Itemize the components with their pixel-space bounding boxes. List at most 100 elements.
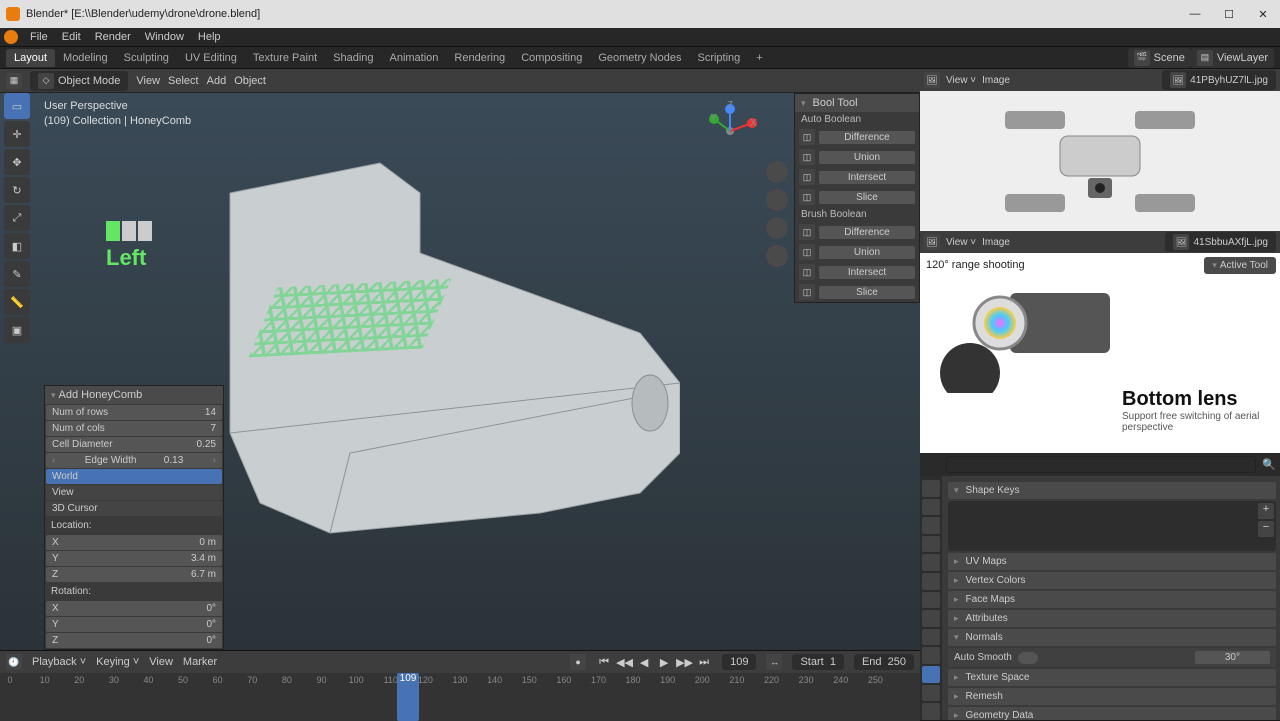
tab-texpaint[interactable]: Texture Paint xyxy=(245,49,325,67)
rot-z-field[interactable]: Z0° xyxy=(46,633,222,648)
auto-intersect-button[interactable]: Intersect xyxy=(819,171,915,184)
move-tool[interactable]: ✥ xyxy=(4,149,30,175)
auto-smooth-toggle[interactable] xyxy=(1018,652,1038,664)
end-frame-field[interactable]: End 250 xyxy=(854,654,914,670)
auto-slice-button[interactable]: Slice xyxy=(819,191,915,204)
select-box-tool[interactable]: ▭ xyxy=(4,93,30,119)
section-remesh[interactable]: Remesh xyxy=(948,688,1276,705)
section-vertexcolors[interactable]: Vertex Colors xyxy=(948,572,1276,589)
auto-difference-button[interactable]: Difference xyxy=(819,131,915,144)
maximize-button[interactable]: ☐ xyxy=(1218,8,1240,21)
autokey-toggle[interactable]: ● xyxy=(570,654,586,670)
nav-gizmo[interactable]: XYZ xyxy=(700,101,760,161)
section-shapekeys[interactable]: Shape Keys xyxy=(948,482,1276,499)
rot-y-field[interactable]: Y0° xyxy=(46,617,222,632)
tab-rendering[interactable]: Rendering xyxy=(446,49,513,67)
auto-union-button[interactable]: Union xyxy=(819,151,915,164)
scale-tool[interactable]: ⤢ xyxy=(4,205,30,231)
menu-file[interactable]: File xyxy=(24,29,54,45)
tab-scripting[interactable]: Scripting xyxy=(689,49,748,67)
pan-icon[interactable] xyxy=(766,189,788,211)
annotate-tool[interactable]: ✎ xyxy=(4,261,30,287)
scene-selector[interactable]: 🎬Scene xyxy=(1128,48,1191,68)
loc-z-field[interactable]: Z6.7 m xyxy=(46,567,222,582)
img-image-menu[interactable]: Image xyxy=(982,75,1010,86)
menu-help[interactable]: Help xyxy=(192,29,227,45)
remove-shapekey-button[interactable]: − xyxy=(1258,521,1274,537)
timeline-playhead[interactable]: 109 xyxy=(397,673,419,721)
bool-tool-header[interactable]: Bool Tool xyxy=(795,94,919,112)
add-menu[interactable]: Add xyxy=(207,75,227,87)
tab-add[interactable]: + xyxy=(748,49,770,67)
zoom-icon[interactable] xyxy=(766,161,788,183)
view-menu[interactable]: View xyxy=(136,75,160,87)
section-uvmaps[interactable]: UV Maps xyxy=(948,553,1276,570)
editor-type-icon[interactable]: ▦ xyxy=(6,73,22,89)
ptab-scene[interactable] xyxy=(922,536,940,553)
keying-menu[interactable]: Keying ˅ xyxy=(96,656,139,668)
cell-diameter-field[interactable]: Cell Diameter0.25 xyxy=(46,437,222,452)
ptab-viewlayer[interactable] xyxy=(922,517,940,534)
tab-geonodes[interactable]: Geometry Nodes xyxy=(590,49,689,67)
ptab-render[interactable] xyxy=(922,480,940,497)
menu-window[interactable]: Window xyxy=(139,29,190,45)
image-selector-2[interactable]: 🖼41SbbuAXfjL.jpg xyxy=(1165,232,1276,252)
ptab-data[interactable] xyxy=(922,666,940,683)
ptab-output[interactable] xyxy=(922,499,940,516)
tab-compositing[interactable]: Compositing xyxy=(513,49,590,67)
keyframe-next-button[interactable]: ▶▶ xyxy=(676,656,692,669)
section-normals[interactable]: Normals xyxy=(948,629,1276,646)
img2-view-menu[interactable]: View ˅ xyxy=(946,237,976,248)
play-reverse-button[interactable]: ◀ xyxy=(636,656,652,669)
image-selector-1[interactable]: 🖼41PByhUZ7lL.jpg xyxy=(1162,70,1276,90)
align-view-option[interactable]: View xyxy=(46,485,222,500)
ptab-material[interactable] xyxy=(922,685,940,702)
jump-end-button[interactable]: ⏭ xyxy=(696,656,712,669)
current-frame-field[interactable]: 109 xyxy=(722,654,756,670)
close-button[interactable]: ✕ xyxy=(1252,8,1274,21)
start-frame-field[interactable]: Start 1 xyxy=(792,654,843,670)
section-facemaps[interactable]: Face Maps xyxy=(948,591,1276,608)
ptab-modifier[interactable] xyxy=(922,592,940,609)
select-menu[interactable]: Select xyxy=(168,75,199,87)
menu-edit[interactable]: Edit xyxy=(56,29,87,45)
img2-image-menu[interactable]: Image xyxy=(982,237,1010,248)
keyframe-prev-button[interactable]: ◀◀ xyxy=(616,656,632,669)
align-world-option[interactable]: World xyxy=(46,469,222,484)
brush-slice-button[interactable]: Slice xyxy=(819,286,915,299)
playback-menu[interactable]: Playback ˅ xyxy=(32,656,86,668)
tab-sculpting[interactable]: Sculpting xyxy=(116,49,177,67)
tab-layout[interactable]: Layout xyxy=(6,49,55,67)
tab-modeling[interactable]: Modeling xyxy=(55,49,116,67)
operator-panel-header[interactable]: Add HoneyComb xyxy=(45,386,223,404)
jump-start-button[interactable]: ⏮ xyxy=(596,656,612,669)
img-view-menu[interactable]: View ˅ xyxy=(946,75,976,86)
num-cols-field[interactable]: Num of cols7 xyxy=(46,421,222,436)
tab-animation[interactable]: Animation xyxy=(382,49,447,67)
timeline-ruler[interactable]: 109 010203040506070809010011012013014015… xyxy=(0,673,920,721)
brush-intersect-button[interactable]: Intersect xyxy=(819,266,915,279)
menu-render[interactable]: Render xyxy=(89,29,137,45)
section-geodata[interactable]: Geometry Data xyxy=(948,707,1276,720)
properties-search-input[interactable] xyxy=(946,456,1256,473)
main-3d-viewport[interactable]: Options ˅ User Perspective (109) Collect… xyxy=(0,93,920,650)
section-texspace[interactable]: Texture Space xyxy=(948,669,1276,686)
brush-union-button[interactable]: Union xyxy=(819,246,915,259)
honeycomb-mesh[interactable] xyxy=(249,279,452,358)
edge-width-field[interactable]: Edge Width0.13 xyxy=(46,453,222,468)
section-attributes[interactable]: Attributes xyxy=(948,610,1276,627)
transform-tool[interactable]: ◧ xyxy=(4,233,30,259)
cursor-tool[interactable]: ✛ xyxy=(4,121,30,147)
loc-x-field[interactable]: X0 m xyxy=(46,535,222,550)
ptab-object[interactable] xyxy=(922,573,940,590)
tab-shading[interactable]: Shading xyxy=(325,49,381,67)
ptab-constraint[interactable] xyxy=(922,647,940,664)
auto-smooth-angle-field[interactable]: 30° xyxy=(1195,651,1270,664)
reference-image-2[interactable]: Active Tool Tool View Image Scopes 120° … xyxy=(920,253,1280,453)
image-editor-icon[interactable]: 🖼 xyxy=(924,234,940,250)
shapekeys-list[interactable]: + − xyxy=(948,501,1276,551)
ptab-physics[interactable] xyxy=(922,629,940,646)
tab-uvediting[interactable]: UV Editing xyxy=(177,49,245,67)
persp-icon[interactable] xyxy=(766,245,788,267)
range-icon[interactable]: ↔ xyxy=(766,654,782,670)
